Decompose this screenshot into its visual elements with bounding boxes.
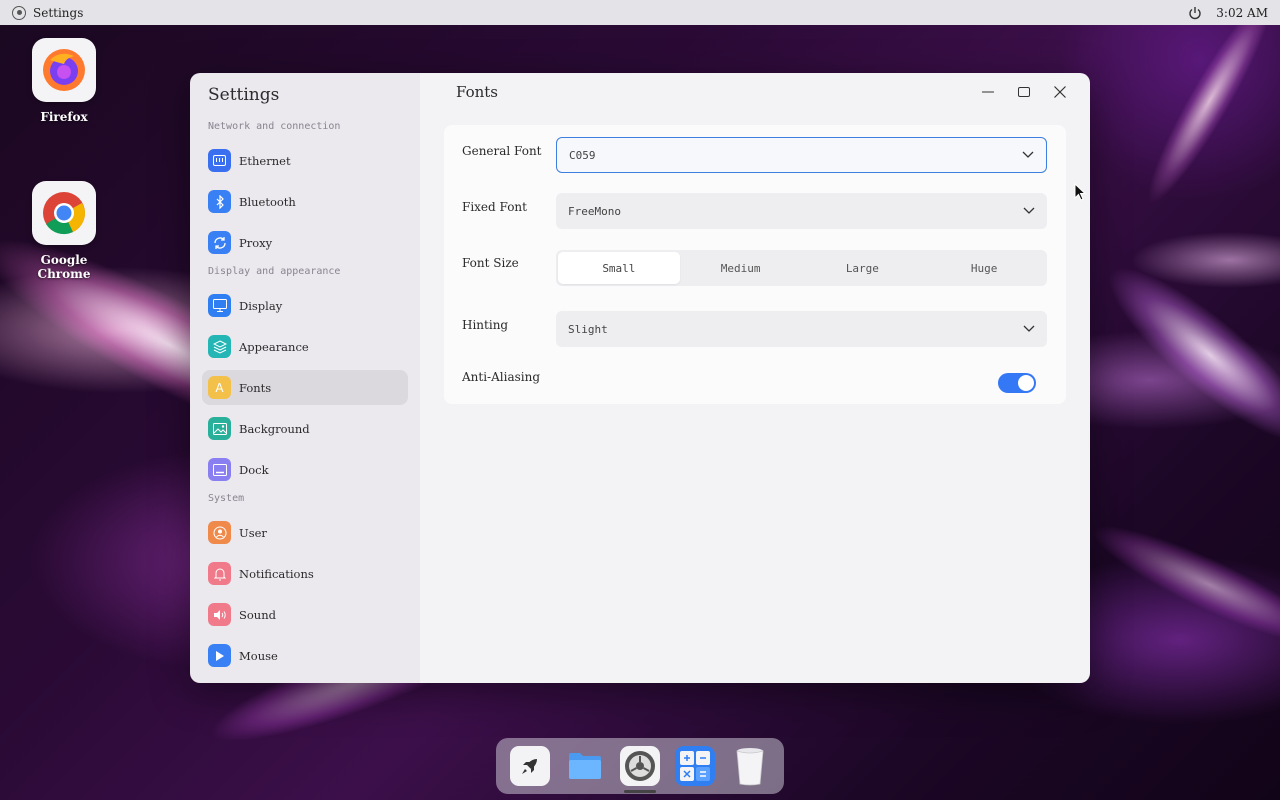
notifications-icon	[208, 562, 231, 585]
desktop-icon-chrome[interactable]: Google Chrome	[14, 181, 114, 281]
sidebar-item-label: Proxy	[239, 235, 273, 250]
top-panel: Settings 3:02 AM	[0, 0, 1280, 25]
chevron-down-icon	[1022, 151, 1034, 158]
font-size-label: Font Size	[462, 256, 519, 270]
desktop-icon-label: Google Chrome	[37, 253, 91, 281]
anti-aliasing-label: Anti-Aliasing	[462, 370, 541, 384]
sidebar-item-background[interactable]: Background	[202, 411, 408, 446]
chevron-down-icon	[1023, 325, 1035, 332]
fonts-settings-card: General Font C059 Fixed Font FreeMono Fo…	[444, 125, 1066, 404]
minimize-icon	[982, 91, 994, 93]
sidebar-item-ethernet[interactable]: Ethernet	[202, 143, 408, 178]
main-panel: Fonts General Font C059 Fixed Font FreeM…	[420, 73, 1090, 683]
fixed-font-label: Fixed Font	[462, 200, 527, 214]
chrome-icon	[32, 181, 96, 245]
sidebar-item-notifications[interactable]: Notifications	[202, 556, 408, 591]
fixed-font-select[interactable]: FreeMono	[556, 193, 1047, 229]
hinting-value: Slight	[568, 322, 608, 336]
section-label-system: System	[208, 493, 245, 504]
firefox-icon	[32, 38, 96, 102]
settings-app-icon	[12, 5, 26, 20]
calculator-icon[interactable]	[675, 746, 716, 786]
dock-active-indicator	[624, 790, 656, 793]
window-controls	[970, 81, 1078, 103]
sidebar-item-label: Fonts	[239, 380, 272, 395]
background-icon	[208, 417, 231, 440]
sidebar-item-label: Bluetooth	[239, 194, 296, 209]
sidebar-item-label: User	[239, 525, 267, 540]
mouse-cursor-icon	[1074, 183, 1086, 201]
desktop-icon-label: Firefox	[40, 110, 88, 124]
clock[interactable]: 3:02 AM	[1216, 6, 1268, 20]
wallpaper-streak	[1081, 507, 1280, 663]
general-font-label: General Font	[462, 144, 542, 158]
sidebar-item-label: Dock	[239, 462, 269, 477]
sidebar-item-mouse[interactable]: Mouse	[202, 638, 408, 673]
close-button[interactable]	[1042, 81, 1078, 103]
general-font-value: C059	[569, 148, 596, 162]
sidebar-item-label: Appearance	[239, 339, 309, 354]
sidebar-item-bluetooth[interactable]: Bluetooth	[202, 184, 408, 219]
chevron-down-icon	[1023, 207, 1035, 214]
font-size-segmented-control: Small Medium Large Huge	[556, 250, 1047, 286]
hinting-select[interactable]: Slight	[556, 311, 1047, 347]
sidebar-item-label: Display	[239, 298, 283, 313]
sidebar-item-label: Background	[239, 421, 310, 436]
font-size-option-large[interactable]: Large	[802, 252, 924, 284]
maximize-icon	[1018, 87, 1030, 97]
sidebar-item-label: Mouse	[239, 648, 278, 663]
sidebar-item-label: Notifications	[239, 566, 314, 581]
power-icon[interactable]	[1188, 6, 1202, 20]
font-size-option-medium[interactable]: Medium	[680, 252, 802, 284]
files-icon[interactable]	[565, 746, 605, 786]
font-size-option-small[interactable]: Small	[558, 252, 680, 284]
page-title: Fonts	[456, 83, 499, 101]
sidebar: Settings Network and connection Ethernet…	[190, 73, 420, 683]
section-label-network: Network and connection	[208, 121, 341, 132]
settings-window: Settings Network and connection Ethernet…	[190, 73, 1090, 683]
sidebar-item-dock[interactable]: Dock	[202, 452, 408, 487]
user-icon	[208, 521, 231, 544]
dock-icon	[208, 458, 231, 481]
trash-icon[interactable]	[730, 746, 770, 786]
wallpaper-streak	[1087, 244, 1280, 466]
sidebar-item-appearance[interactable]: Appearance	[202, 329, 408, 364]
sidebar-title: Settings	[208, 85, 280, 105]
dock	[496, 738, 784, 794]
font-size-option-huge[interactable]: Huge	[923, 252, 1045, 284]
sidebar-item-label: Sound	[239, 607, 276, 622]
appearance-icon	[208, 335, 231, 358]
maximize-button[interactable]	[1006, 81, 1042, 103]
display-icon	[208, 294, 231, 317]
sidebar-item-proxy[interactable]: Proxy	[202, 225, 408, 260]
launcher-icon[interactable]	[509, 746, 550, 786]
active-app-name[interactable]: Settings	[33, 6, 83, 20]
close-icon	[1054, 86, 1066, 98]
section-label-display: Display and appearance	[208, 266, 341, 277]
sidebar-item-display[interactable]: Display	[202, 288, 408, 323]
fonts-icon: A	[208, 376, 231, 399]
sidebar-item-user[interactable]: User	[202, 515, 408, 550]
sound-icon	[208, 603, 231, 626]
desktop-icon-firefox[interactable]: Firefox	[14, 38, 114, 124]
ethernet-icon	[208, 149, 231, 172]
mouse-icon	[208, 644, 231, 667]
sidebar-item-sound[interactable]: Sound	[202, 597, 408, 632]
settings-icon[interactable]	[619, 746, 660, 786]
sidebar-item-label: Ethernet	[239, 153, 291, 168]
bluetooth-icon	[208, 190, 231, 213]
minimize-button[interactable]	[970, 81, 1006, 103]
hinting-label: Hinting	[462, 318, 509, 332]
general-font-select[interactable]: C059	[556, 137, 1047, 173]
proxy-icon	[208, 231, 231, 254]
fixed-font-value: FreeMono	[568, 204, 621, 218]
anti-aliasing-toggle[interactable]	[998, 373, 1036, 393]
sidebar-item-fonts[interactable]: A Fonts	[202, 370, 408, 405]
wallpaper-streak	[1132, 0, 1280, 214]
